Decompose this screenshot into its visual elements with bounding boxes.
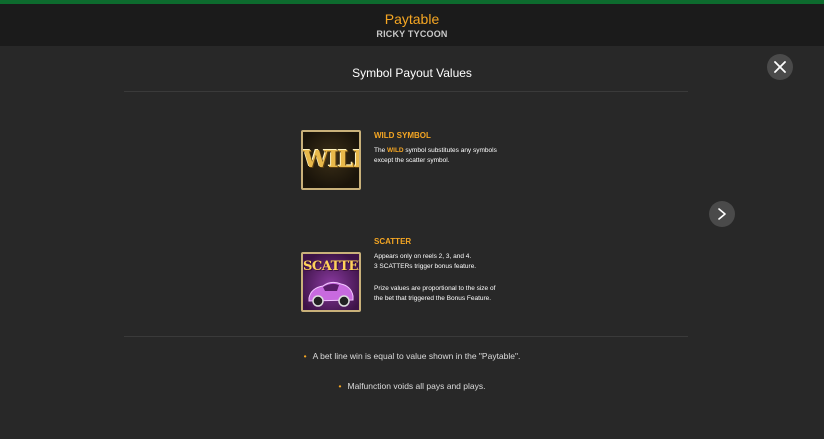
scatter-symbol-heading: SCATTER <box>374 237 412 246</box>
bullet-icon: • <box>303 351 307 361</box>
game-name: RICKY TYCOON <box>376 29 448 39</box>
scatter-symbol-image: SCATTER <box>301 252 361 312</box>
wild-symbol-image: WILD <box>301 130 361 190</box>
rule-note-text: Malfunction voids all pays and plays. <box>347 381 486 391</box>
wild-symbol-heading: WILD SYMBOL <box>374 131 431 140</box>
close-icon <box>774 61 786 73</box>
scatter-desc-line1: Appears only on reels 2, 3, and 4. <box>374 253 472 260</box>
wild-desc-line2: except the scatter symbol. <box>374 157 450 164</box>
next-page-button[interactable] <box>709 201 735 227</box>
wild-desc-part2: symbol substitutes any symbols <box>403 147 497 154</box>
wild-symbol-description: The WILD symbol substitutes any symbols … <box>374 146 534 166</box>
rule-note: • Malfunction voids all pays and plays. <box>0 381 824 391</box>
scatter-prize-line1: Prize values are proportional to the siz… <box>374 285 496 292</box>
scatter-symbol-logo: SCATTER <box>303 259 359 274</box>
rule-note-text: A bet line win is equal to value shown i… <box>312 351 521 361</box>
close-button[interactable] <box>767 54 793 80</box>
scatter-symbol-description: Appears only on reels 2, 3, and 4. 3 SCA… <box>374 252 534 272</box>
scatter-desc-line2: 3 SCATTERs trigger bonus feature. <box>374 263 477 270</box>
bottom-divider <box>124 336 688 337</box>
bullet-icon: • <box>338 381 342 391</box>
paytable-header: Paytable RICKY TYCOON <box>0 4 824 46</box>
wild-desc-part1: The <box>374 147 388 154</box>
top-divider <box>124 91 688 92</box>
wild-desc-highlight: WILD <box>387 147 404 154</box>
car-icon <box>308 281 354 307</box>
section-title: Symbol Payout Values <box>352 66 472 80</box>
chevron-right-icon <box>718 208 726 220</box>
rule-note: • A bet line win is equal to value shown … <box>0 351 824 361</box>
wild-symbol-logo: WILD <box>303 146 359 173</box>
page-title: Paytable <box>384 11 440 27</box>
scatter-prize-line2: the bet that triggered the Bonus Feature… <box>374 295 492 302</box>
scatter-prize-description: Prize values are proportional to the siz… <box>374 284 534 304</box>
